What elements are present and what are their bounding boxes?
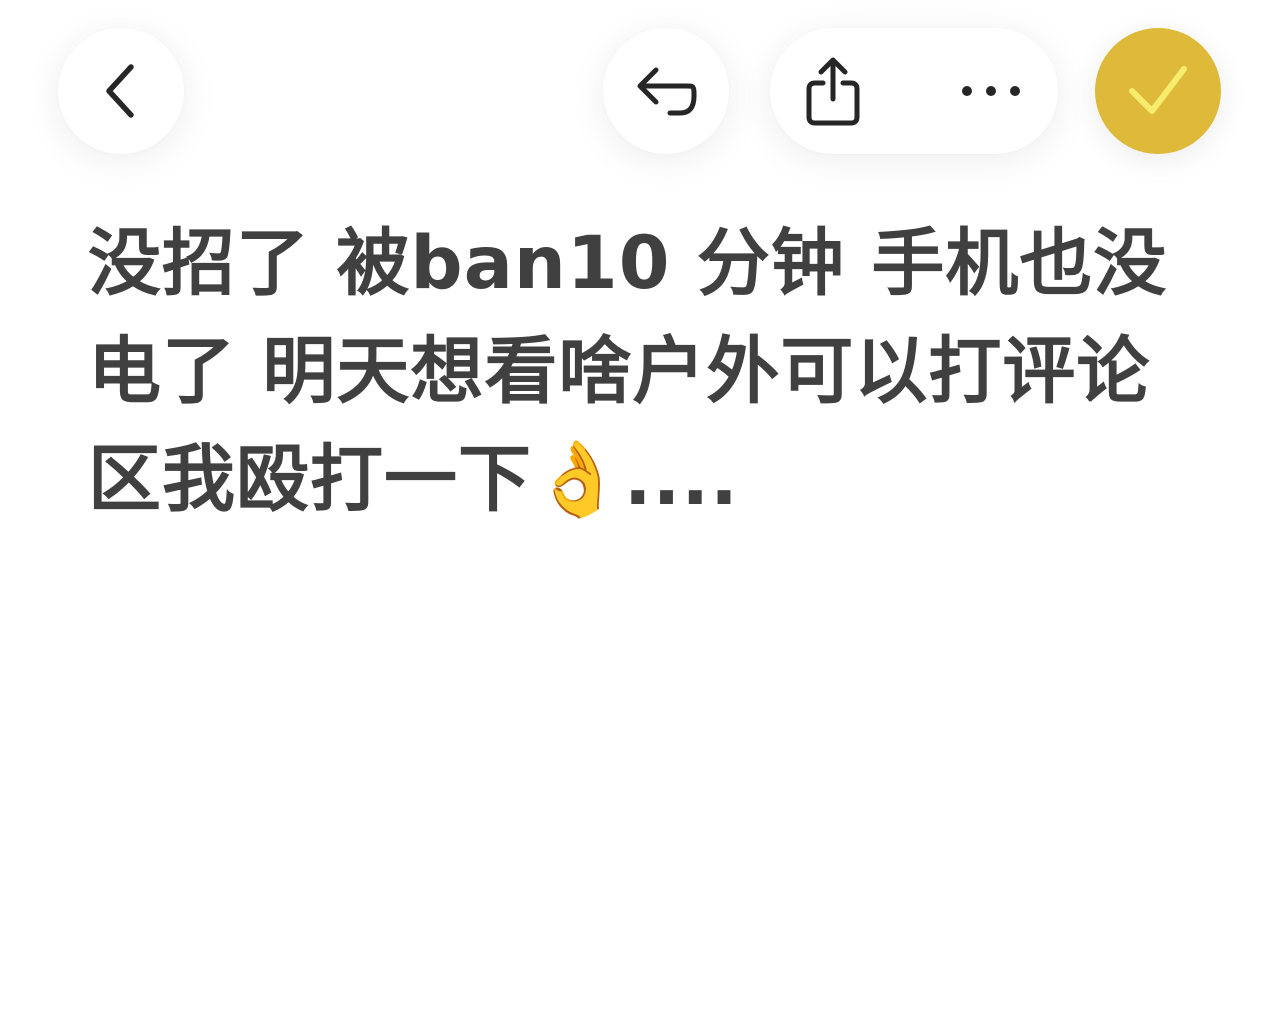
more-button[interactable]: [928, 28, 1054, 154]
action-group: [770, 28, 1058, 154]
back-button[interactable]: [58, 28, 184, 154]
checkmark-icon: [1129, 66, 1187, 114]
undo-icon: [637, 67, 697, 116]
note-body[interactable]: 没招了 被ban10 分钟 手机也没电了 明天想看啥户外可以打评论区我殴打一下👌…: [88, 210, 1198, 534]
more-horizontal-icon: [962, 86, 1020, 96]
chevron-left-icon: [106, 64, 134, 118]
undo-button[interactable]: [603, 28, 729, 154]
done-button[interactable]: [1095, 28, 1221, 154]
share-icon: [806, 57, 860, 126]
share-button[interactable]: [770, 28, 896, 154]
